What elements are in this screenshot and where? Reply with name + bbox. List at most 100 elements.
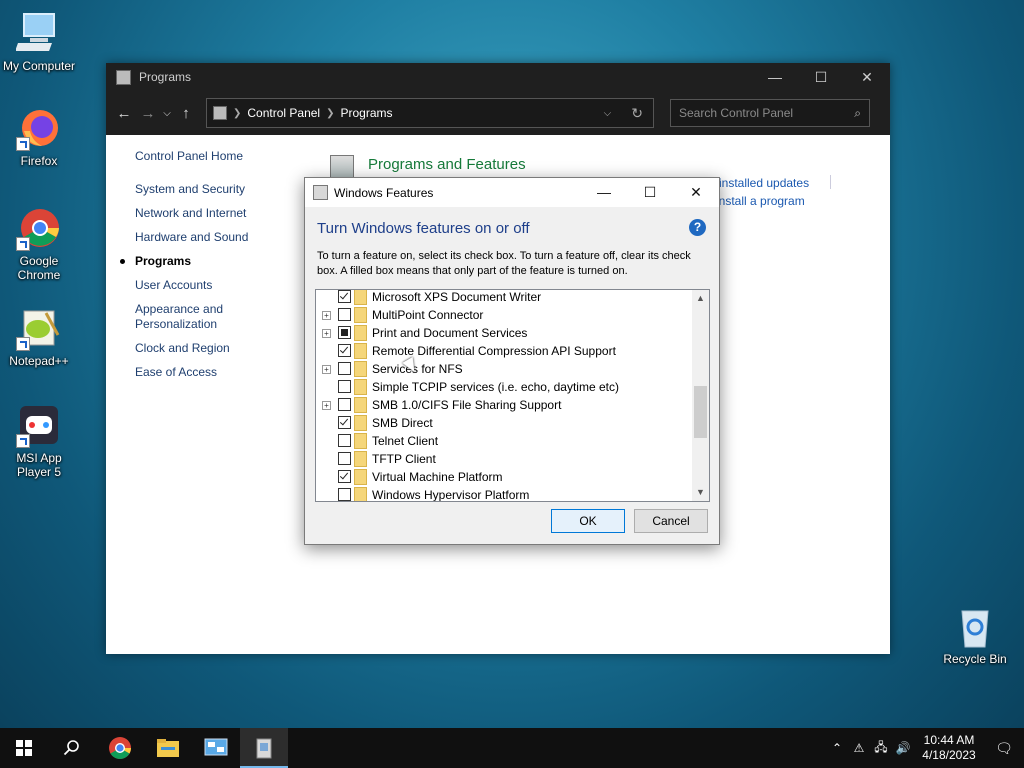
feature-row[interactable]: TFTP Client	[316, 450, 691, 468]
feature-row[interactable]: + SMB 1.0/CIFS File Sharing Support	[316, 396, 691, 414]
nav-network-and-internet[interactable]: Network and Internet	[135, 206, 285, 221]
breadcrumb-control-panel[interactable]: Control Panel	[247, 106, 320, 120]
dialog-close-button[interactable]: ✕	[673, 184, 719, 201]
feature-checkbox[interactable]	[338, 452, 351, 465]
nav-ease-of-access[interactable]: Ease of Access	[135, 365, 285, 380]
dialog-maximize-button[interactable]: ☐	[627, 184, 673, 201]
feature-checkbox[interactable]	[338, 362, 351, 375]
nav-system-and-security[interactable]: System and Security	[135, 182, 285, 197]
feature-checkbox[interactable]	[338, 326, 351, 339]
taskbar-chrome[interactable]	[96, 728, 144, 768]
folder-icon	[354, 290, 367, 305]
up-arrow-icon[interactable]: ↑	[174, 105, 198, 122]
volume-icon[interactable]: 🔊	[892, 741, 914, 755]
nav-control-panel-home[interactable]: Control Panel Home	[135, 149, 285, 164]
feature-checkbox[interactable]	[338, 398, 351, 411]
help-icon[interactable]: ?	[689, 219, 706, 236]
nav-programs[interactable]: Programs	[120, 254, 285, 269]
folder-icon	[354, 361, 367, 377]
folder-icon	[354, 397, 367, 413]
windows-features-icon	[313, 185, 328, 200]
feature-checkbox[interactable]	[338, 470, 351, 483]
feature-label: Telnet Client	[372, 434, 439, 448]
security-icon[interactable]: ⚠	[848, 741, 870, 755]
desktop-icon-chrome[interactable]: Google Chrome	[1, 205, 77, 282]
feature-row[interactable]: Microsoft XPS Document Writer	[316, 290, 691, 306]
nav-clock-and-region[interactable]: Clock and Region	[135, 341, 285, 356]
desktop-icon-notepadpp[interactable]: Notepad++	[1, 305, 77, 368]
window-titlebar[interactable]: Programs — ☐ ✕	[106, 63, 890, 91]
ok-button[interactable]: OK	[551, 509, 625, 533]
scrollbar-thumb[interactable]	[694, 386, 707, 438]
scroll-down-chevron-icon[interactable]: ▼	[692, 484, 709, 501]
feature-row[interactable]: + MultiPoint Connector	[316, 306, 691, 324]
feature-checkbox[interactable]	[338, 380, 351, 393]
feature-checkbox[interactable]	[338, 416, 351, 429]
view-installed-updates-link[interactable]: w installed updates	[707, 176, 809, 190]
feature-checkbox[interactable]	[338, 308, 351, 321]
breadcrumb-programs[interactable]: Programs	[341, 106, 393, 120]
feature-checkbox[interactable]	[338, 344, 351, 357]
forward-arrow-icon[interactable]: →	[136, 105, 160, 122]
start-button[interactable]	[0, 728, 48, 768]
cancel-button[interactable]: Cancel	[634, 509, 708, 533]
clock[interactable]: 10:44 AM 4/18/2023	[914, 733, 984, 763]
folder-icon	[354, 325, 367, 341]
feature-row[interactable]: Remote Differential Compression API Supp…	[316, 342, 691, 360]
search-button[interactable]	[48, 728, 96, 768]
network-icon[interactable]: 🖧	[870, 738, 892, 759]
nav-user-accounts[interactable]: User Accounts	[135, 278, 285, 293]
feature-row[interactable]: Telnet Client	[316, 432, 691, 450]
install-program-link[interactable]: install a program	[716, 194, 805, 208]
feature-checkbox[interactable]	[338, 488, 351, 501]
taskbar-file-explorer[interactable]	[144, 728, 192, 768]
feature-row[interactable]: SMB Direct	[316, 414, 691, 432]
expand-plus-icon[interactable]: +	[322, 401, 331, 410]
refresh-icon[interactable]: ↻	[631, 105, 643, 122]
search-icon: ⌕	[854, 105, 861, 120]
close-button[interactable]: ✕	[844, 63, 890, 91]
dialog-heading: Turn Windows features on or off	[317, 220, 530, 237]
scroll-up-chevron-icon[interactable]: ▲	[692, 290, 709, 307]
folder-icon	[354, 487, 367, 501]
address-dropdown-chevron-icon[interactable]: ⌵	[604, 108, 612, 119]
window-title: Programs	[139, 70, 192, 84]
feature-row[interactable]: Windows Hypervisor Platform	[316, 486, 691, 501]
search-input[interactable]: Search Control Panel ⌕	[670, 99, 870, 127]
expand-plus-icon[interactable]: +	[322, 329, 331, 338]
desktop-icon-firefox[interactable]: Firefox	[1, 105, 77, 168]
feature-row[interactable]: + Services for NFS	[316, 360, 691, 378]
feature-row[interactable]: Virtual Machine Platform	[316, 468, 691, 486]
features-tree[interactable]: Microsoft XPS Document Writer + MultiPoint…	[315, 289, 710, 502]
back-arrow-icon[interactable]: ←	[112, 105, 136, 122]
show-hidden-icons-chevron-icon[interactable]: ⌃	[826, 741, 848, 755]
feature-checkbox[interactable]	[338, 434, 351, 447]
maximize-button[interactable]: ☐	[798, 63, 844, 91]
expand-plus-icon[interactable]: +	[322, 365, 331, 374]
desktop-icon-recycle-bin[interactable]: Recycle Bin	[937, 603, 1013, 666]
dialog-minimize-button[interactable]: —	[581, 184, 627, 201]
dialog-titlebar[interactable]: Windows Features — ☐ ✕	[305, 178, 719, 207]
notifications-icon[interactable]: 🗨	[984, 740, 1024, 757]
dialog-title: Windows Features	[334, 185, 434, 200]
desktop-icon-label: My Computer	[2, 59, 76, 73]
address-bar[interactable]: ❯ Control Panel ❯ Programs ⌵ ↻	[206, 98, 654, 128]
desktop-icon-msi-app-player[interactable]: MSI App Player 5	[1, 402, 77, 479]
feature-row[interactable]: + Print and Document Services	[316, 324, 691, 342]
taskbar-remote-desktop[interactable]	[192, 728, 240, 768]
vertical-scrollbar[interactable]: ▲ ▼	[692, 290, 709, 501]
nav-appearance-and-personalization[interactable]: Appearance and Personalization	[135, 302, 245, 332]
programs-and-features-link[interactable]: Programs and Features	[368, 156, 526, 173]
dialog-description: To turn a feature on, select its check b…	[317, 250, 691, 277]
feature-row[interactable]: Simple TCPIP services (i.e. echo, daytim…	[316, 378, 691, 396]
feature-label: Simple TCPIP services (i.e. echo, daytim…	[372, 380, 619, 394]
clock-time: 10:44 AM	[923, 733, 975, 747]
desktop-icon-my-computer[interactable]: My Computer	[1, 10, 77, 73]
recent-locations-chevron-icon[interactable]: ⌵	[160, 108, 174, 119]
folder-icon	[157, 739, 179, 757]
nav-hardware-and-sound[interactable]: Hardware and Sound	[135, 230, 285, 245]
expand-plus-icon[interactable]: +	[322, 311, 331, 320]
feature-checkbox[interactable]	[338, 290, 351, 303]
minimize-button[interactable]: —	[752, 63, 798, 91]
taskbar-control-panel[interactable]	[240, 728, 288, 768]
